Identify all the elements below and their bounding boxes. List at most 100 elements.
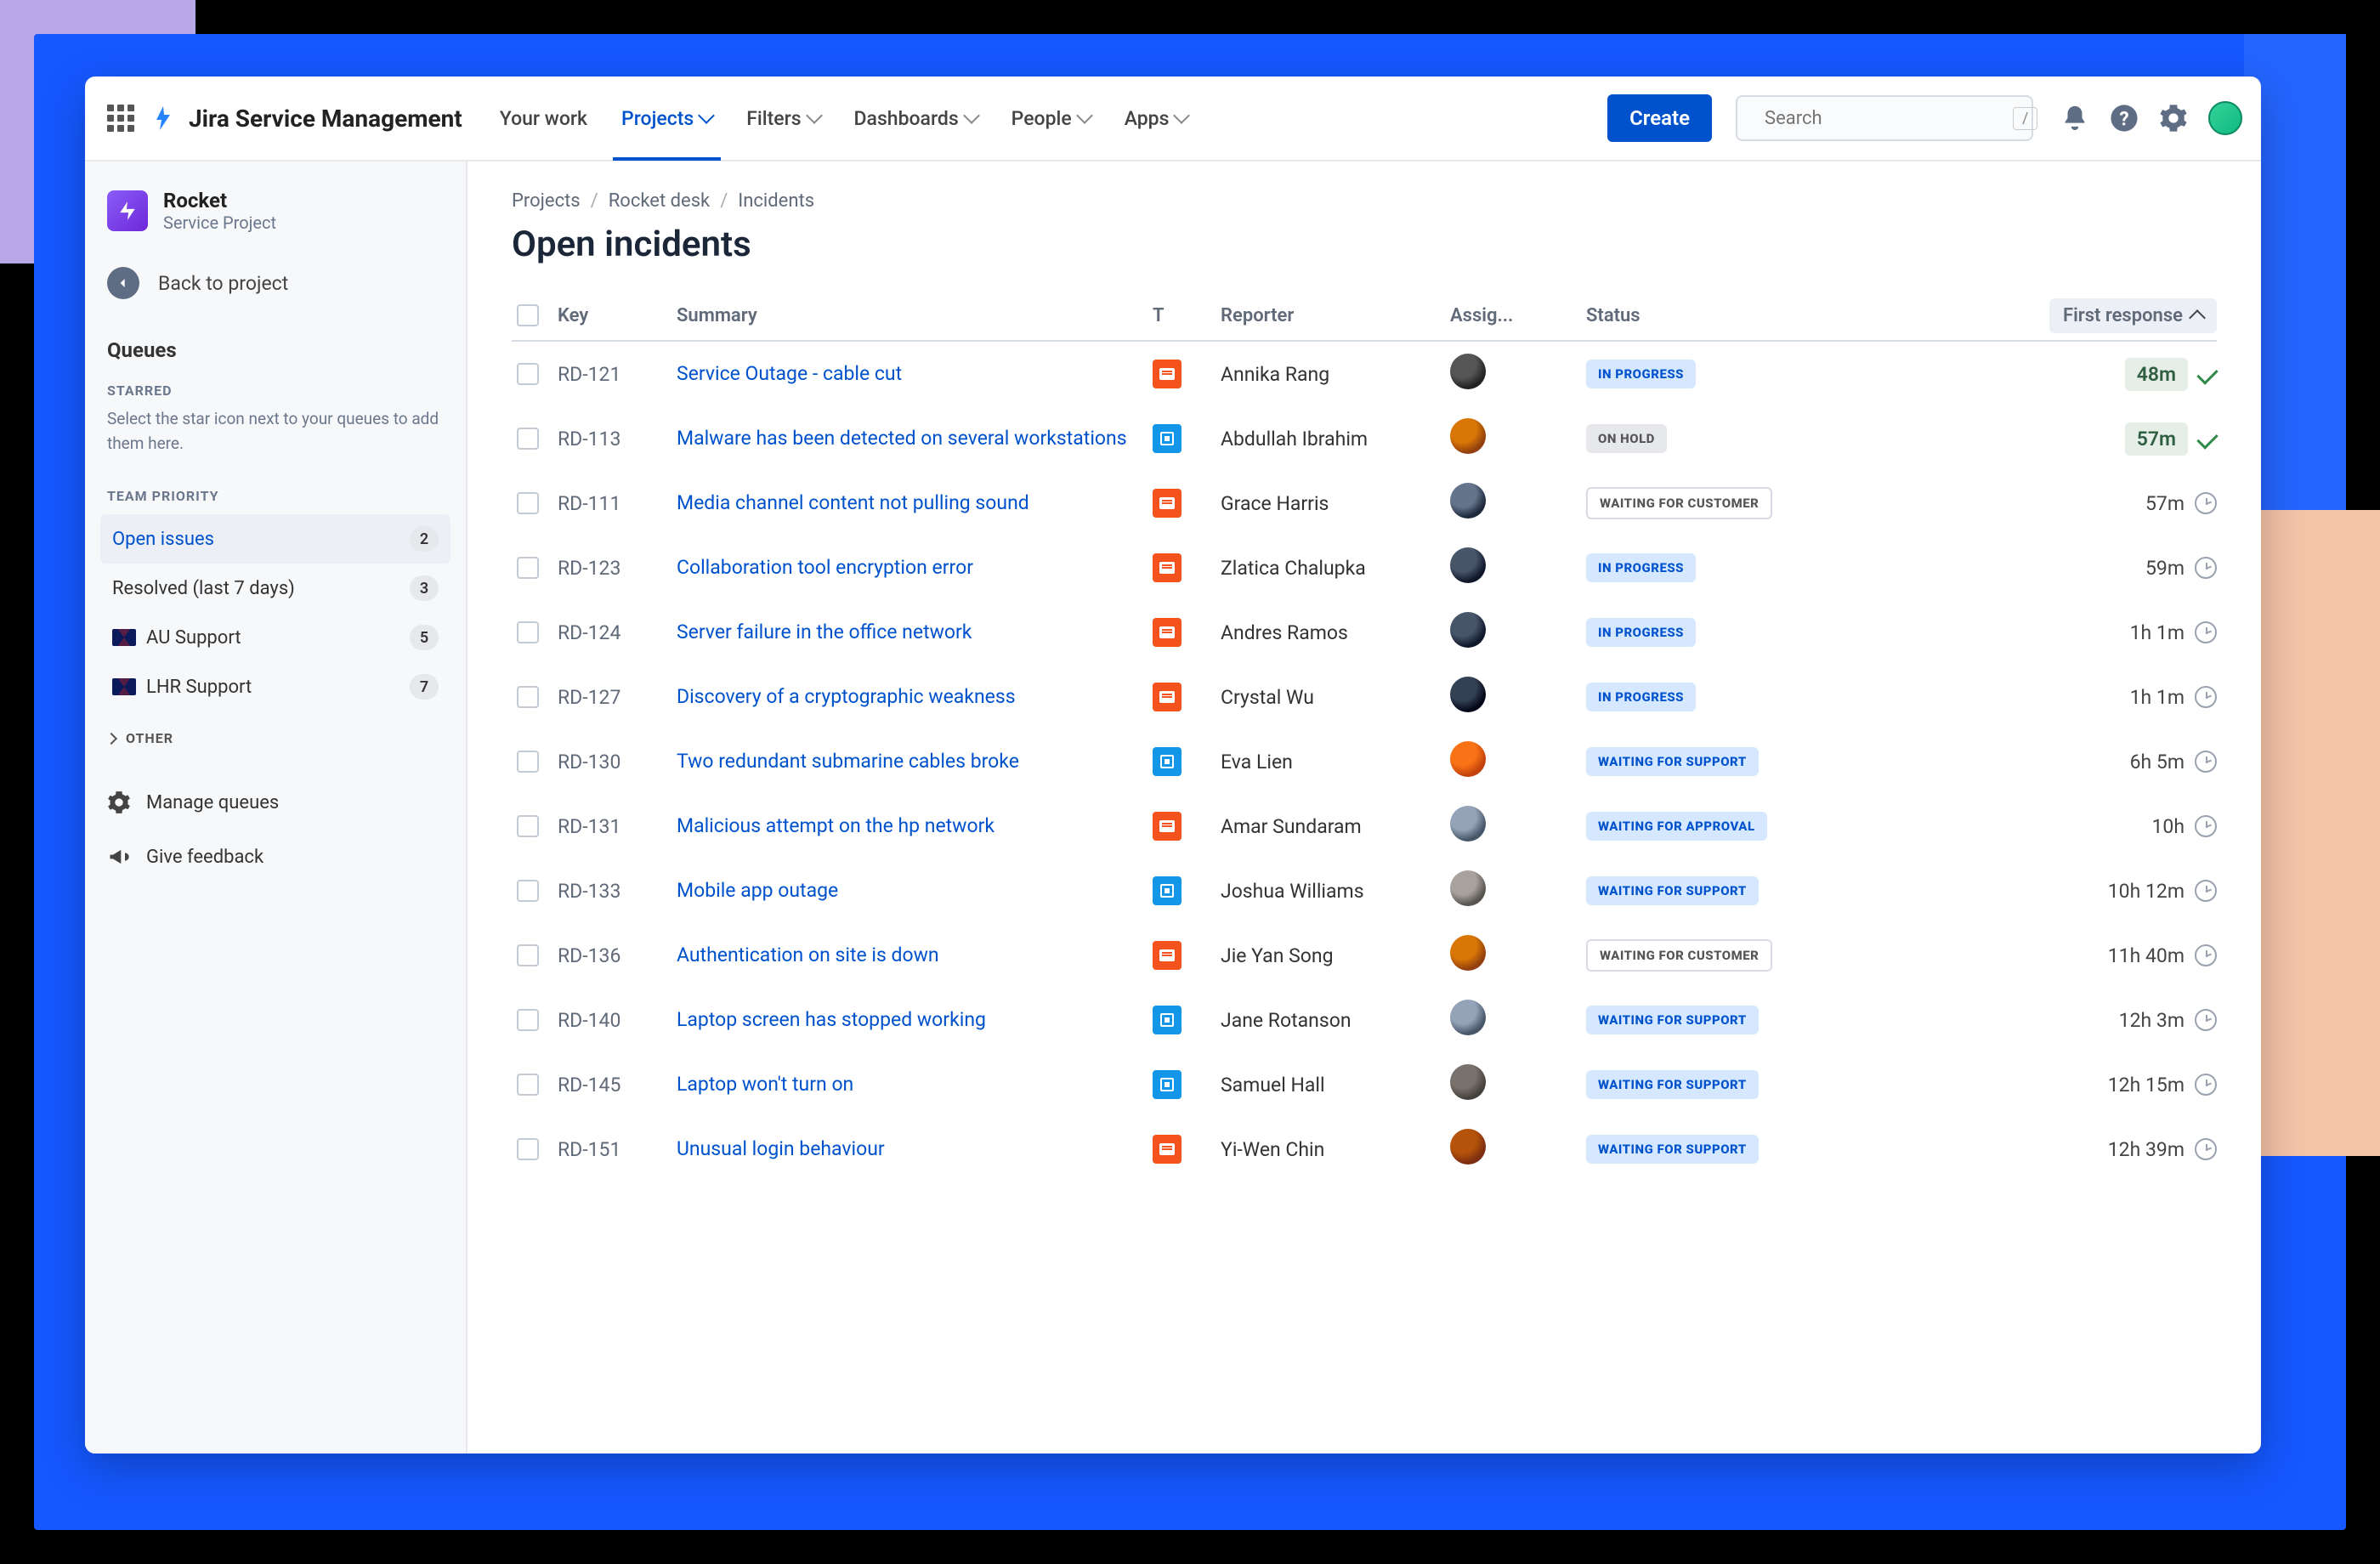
assignee-avatar[interactable] [1450, 806, 1486, 842]
assignee-avatar[interactable] [1450, 418, 1486, 454]
nav-your-work[interactable]: Your work [498, 102, 589, 135]
table-row[interactable]: RD-121Service Outage - cable cutAnnika R… [512, 342, 2217, 406]
assignee-avatar[interactable] [1450, 483, 1486, 518]
col-key[interactable]: Key [558, 305, 677, 326]
issue-key[interactable]: RD-111 [558, 492, 677, 515]
give-feedback-link[interactable]: Give feedback [100, 830, 450, 884]
col-assignee[interactable]: Assig... [1450, 305, 1586, 326]
issue-summary-link[interactable]: Mobile app outage [677, 877, 1153, 904]
issue-key[interactable]: RD-133 [558, 880, 677, 903]
table-row[interactable]: RD-111Media channel content not pulling … [512, 471, 2217, 536]
nav-apps[interactable]: Apps [1123, 102, 1190, 135]
search-box[interactable]: / [1736, 95, 2033, 141]
table-row[interactable]: RD-130Two redundant submarine cables bro… [512, 729, 2217, 794]
table-row[interactable]: RD-127Discovery of a cryptographic weakn… [512, 665, 2217, 729]
sidebar-queue-item[interactable]: AU Support5 [100, 613, 450, 662]
issue-summary-link[interactable]: Laptop screen has stopped working [677, 1006, 1153, 1033]
row-checkbox[interactable] [517, 944, 539, 966]
table-row[interactable]: RD-151Unusual login behaviourYi-Wen Chin… [512, 1117, 2217, 1182]
back-to-project-link[interactable]: Back to project [100, 252, 450, 314]
issue-key[interactable]: RD-130 [558, 751, 677, 774]
assignee-avatar[interactable] [1450, 1064, 1486, 1100]
table-row[interactable]: RD-145Laptop won't turn onSamuel HallWAI… [512, 1052, 2217, 1117]
issue-summary-link[interactable]: Unusual login behaviour [677, 1136, 1153, 1162]
issue-key[interactable]: RD-131 [558, 815, 677, 838]
assignee-avatar[interactable] [1450, 870, 1486, 906]
assignee-avatar[interactable] [1450, 547, 1486, 583]
settings-icon[interactable] [2159, 104, 2188, 133]
crumb-projects[interactable]: Projects [512, 190, 581, 212]
row-checkbox[interactable] [517, 557, 539, 579]
issue-summary-link[interactable]: Service Outage - cable cut [677, 360, 1153, 387]
app-switcher-icon[interactable] [104, 101, 138, 135]
assignee-avatar[interactable] [1450, 677, 1486, 712]
help-icon[interactable]: ? [2110, 104, 2139, 133]
table-row[interactable]: RD-124Server failure in the office netwo… [512, 600, 2217, 665]
table-row[interactable]: RD-113Malware has been detected on sever… [512, 406, 2217, 471]
crumb-rocket-desk[interactable]: Rocket desk [609, 190, 710, 212]
issue-summary-link[interactable]: Two redundant submarine cables broke [677, 748, 1153, 774]
status-badge: WAITING FOR SUPPORT [1586, 1006, 1759, 1034]
manage-queues-link[interactable]: Manage queues [100, 775, 450, 830]
search-input[interactable] [1765, 108, 2001, 129]
row-checkbox[interactable] [517, 815, 539, 837]
sidebar-queue-item[interactable]: Resolved (last 7 days)3 [100, 564, 450, 613]
issue-summary-link[interactable]: Media channel content not pulling sound [677, 490, 1153, 516]
issue-summary-link[interactable]: Server failure in the office network [677, 619, 1153, 645]
col-status[interactable]: Status [1586, 305, 1858, 326]
issue-key[interactable]: RD-136 [558, 944, 677, 967]
assignee-avatar[interactable] [1450, 354, 1486, 389]
col-reporter[interactable]: Reporter [1221, 305, 1450, 326]
row-checkbox[interactable] [517, 880, 539, 902]
issue-key[interactable]: RD-121 [558, 363, 677, 386]
issue-summary-link[interactable]: Collaboration tool encryption error [677, 554, 1153, 581]
assignee-avatar[interactable] [1450, 1000, 1486, 1035]
nav-filters[interactable]: Filters [745, 102, 821, 135]
select-all-checkbox[interactable] [517, 304, 539, 326]
issue-summary-link[interactable]: Malicious attempt on the hp network [677, 813, 1153, 839]
issue-summary-link[interactable]: Malware has been detected on several wor… [677, 425, 1153, 451]
row-checkbox[interactable] [517, 428, 539, 450]
crumb-incidents[interactable]: Incidents [738, 190, 814, 212]
issue-key[interactable]: RD-140 [558, 1009, 677, 1032]
row-checkbox[interactable] [517, 1138, 539, 1160]
table-row[interactable]: RD-136Authentication on site is downJie … [512, 923, 2217, 988]
issue-key[interactable]: RD-123 [558, 557, 677, 580]
row-checkbox[interactable] [517, 363, 539, 385]
table-row[interactable]: RD-133Mobile app outageJoshua WilliamsWA… [512, 858, 2217, 923]
create-button[interactable]: Create [1607, 94, 1712, 142]
col-type[interactable]: T [1153, 305, 1221, 326]
row-checkbox[interactable] [517, 621, 539, 643]
row-checkbox[interactable] [517, 751, 539, 773]
nav-people[interactable]: People [1010, 102, 1092, 135]
assignee-avatar[interactable] [1450, 612, 1486, 648]
assignee-avatar[interactable] [1450, 1129, 1486, 1164]
issue-summary-link[interactable]: Authentication on site is down [677, 942, 1153, 968]
issue-key[interactable]: RD-127 [558, 686, 677, 709]
issue-key[interactable]: RD-124 [558, 621, 677, 644]
issue-summary-link[interactable]: Laptop won't turn on [677, 1071, 1153, 1097]
profile-avatar[interactable] [2208, 101, 2242, 135]
nav-projects[interactable]: Projects [620, 102, 714, 135]
row-checkbox[interactable] [517, 492, 539, 514]
col-summary[interactable]: Summary [677, 305, 1153, 326]
col-first-response[interactable]: First response [2049, 298, 2217, 333]
row-checkbox[interactable] [517, 1009, 539, 1031]
issue-key[interactable]: RD-151 [558, 1138, 677, 1161]
table-row[interactable]: RD-131Malicious attempt on the hp networ… [512, 794, 2217, 858]
notifications-icon[interactable] [2060, 104, 2089, 133]
row-checkbox[interactable] [517, 686, 539, 708]
issue-summary-link[interactable]: Discovery of a cryptographic weakness [677, 683, 1153, 710]
project-header[interactable]: Rocket Service Project [100, 184, 450, 252]
table-row[interactable]: RD-123Collaboration tool encryption erro… [512, 536, 2217, 600]
issue-key[interactable]: RD-113 [558, 428, 677, 450]
other-toggle[interactable]: OTHER [100, 711, 450, 765]
nav-dashboards[interactable]: Dashboards [853, 102, 979, 135]
sidebar-queue-item[interactable]: Open issues2 [100, 514, 450, 564]
row-checkbox[interactable] [517, 1074, 539, 1096]
table-row[interactable]: RD-140Laptop screen has stopped workingJ… [512, 988, 2217, 1052]
issue-key[interactable]: RD-145 [558, 1074, 677, 1096]
sidebar-queue-item[interactable]: LHR Support7 [100, 662, 450, 711]
assignee-avatar[interactable] [1450, 935, 1486, 971]
assignee-avatar[interactable] [1450, 741, 1486, 777]
